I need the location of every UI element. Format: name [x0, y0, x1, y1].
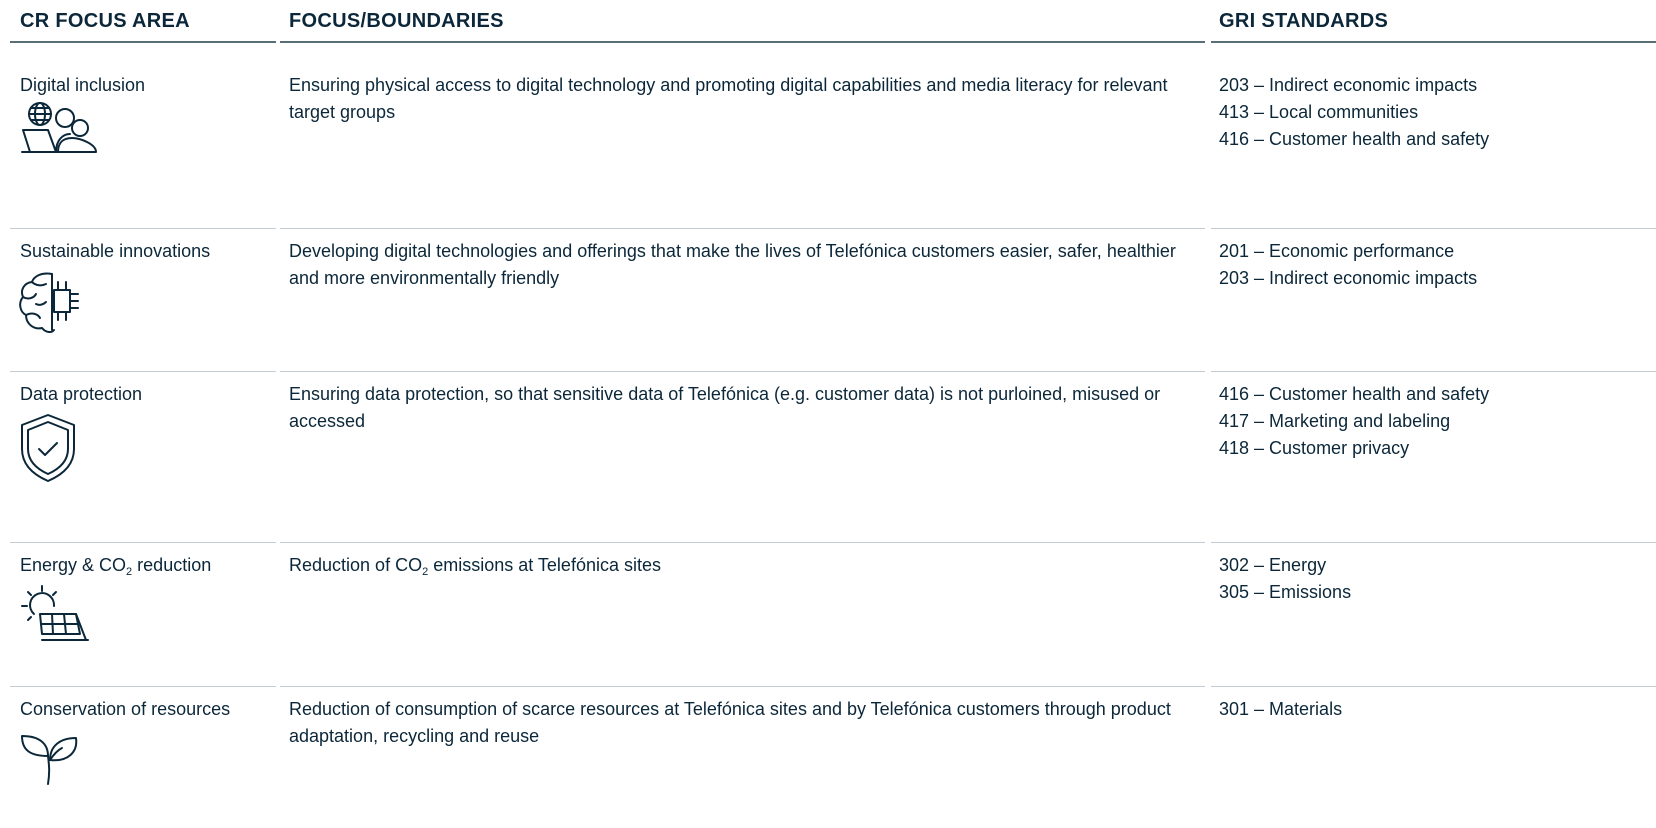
table-header: CR FOCUS AREA FOCUS/BOUNDARIES GRI STAND… [0, 0, 1656, 43]
row-divider [10, 542, 276, 543]
focus-boundaries-text: Reduction of CO2 emissions at Telefónica… [289, 555, 661, 578]
gri-standard-item: 413 – Local communities [1219, 102, 1419, 122]
gri-standard-item: 418 – Customer privacy [1219, 438, 1410, 458]
gri-standard-item: 416 – Customer health and safety [1219, 129, 1490, 149]
row-divider [280, 371, 1205, 372]
focus-area-name: Sustainable innovations [20, 241, 211, 261]
focus-boundaries-text: Ensuring data protection, so that sensit… [289, 384, 1161, 431]
gri-standard-item: 203 – Indirect economic impacts [1219, 75, 1478, 95]
row-divider [280, 228, 1205, 229]
row-divider [10, 686, 276, 687]
focus-area-name: Energy & CO2 reduction [20, 555, 212, 578]
focus-boundaries-text: Reduction of consumption of scarce resou… [289, 699, 1171, 746]
table-row: Sustainable innovations Developing digit… [0, 228, 1656, 371]
row-divider [1211, 542, 1656, 543]
focus-boundaries-text: Developing digital technologies and offe… [289, 241, 1176, 288]
table-row: Conservation of resources Reduction of c… [0, 686, 1656, 828]
gri-focus-table: CR FOCUS AREA FOCUS/BOUNDARIES GRI STAND… [0, 0, 1656, 828]
gri-standards-list: 301 – Materials [1219, 696, 1639, 723]
table-row: Energy & CO2 reduction Reduction of CO2 … [0, 542, 1656, 686]
gri-standards-list: 302 – Energy 305 – Emissions [1219, 552, 1639, 606]
gri-standard-item: 305 – Emissions [1219, 582, 1352, 602]
row-divider [10, 371, 276, 372]
gri-standard-item: 302 – Energy [1219, 555, 1327, 575]
sun-solar-panel-icon [18, 584, 90, 646]
header-cr-focus-area: CR FOCUS AREA [20, 10, 190, 32]
gri-standard-item: 203 – Indirect economic impacts [1219, 268, 1478, 288]
gri-standard-item: 416 – Customer health and safety [1219, 384, 1490, 404]
globe-laptop-people-icon [18, 100, 97, 166]
gri-standards-list: 203 – Indirect economic impacts 413 – Lo… [1219, 72, 1639, 153]
header-gri-standards: GRI STANDARDS [1219, 10, 1389, 32]
table-row: Digital inclusion Ensuring physical acce… [0, 62, 1656, 228]
table-row: Data protection Ensuring data protection… [0, 371, 1656, 542]
focus-area-name: Data protection [20, 384, 143, 404]
sprout-leaves-icon [18, 730, 84, 786]
focus-area-name: Conservation of resources [20, 699, 231, 719]
row-divider [1211, 371, 1656, 372]
shield-check-icon [18, 413, 80, 483]
gri-standard-item: 301 – Materials [1219, 699, 1343, 719]
gri-standard-item: 201 – Economic performance [1219, 241, 1455, 261]
row-divider [280, 542, 1205, 543]
gri-standards-list: 416 – Customer health and safety 417 – M… [1219, 381, 1639, 462]
focus-boundaries-text: Ensuring physical access to digital tech… [289, 75, 1168, 122]
header-divider [1211, 41, 1656, 43]
header-divider [10, 41, 276, 43]
header-divider [280, 41, 1205, 43]
row-divider [10, 228, 276, 229]
focus-area-name: Digital inclusion [20, 75, 146, 95]
brain-chip-icon [18, 270, 84, 336]
row-divider [1211, 686, 1656, 687]
header-focus-boundaries: FOCUS/BOUNDARIES [289, 10, 504, 32]
row-divider [1211, 228, 1656, 229]
row-divider [280, 686, 1205, 687]
gri-standard-item: 417 – Marketing and labeling [1219, 411, 1451, 431]
gri-standards-list: 201 – Economic performance 203 – Indirec… [1219, 238, 1639, 292]
